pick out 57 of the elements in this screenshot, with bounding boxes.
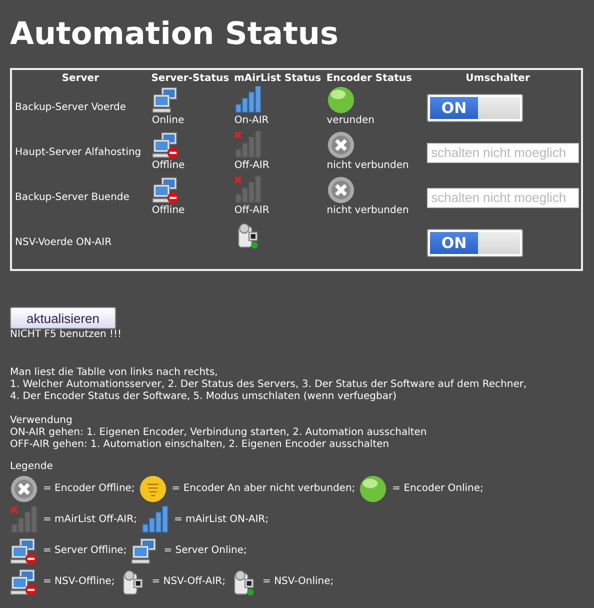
status-label: Off-AIR <box>234 159 270 172</box>
column-header: Encoder Status <box>325 72 413 85</box>
usage-text: OFF-AIR gehen: 1. Automation einschalten, 2. Eigenen Encoder ausschalten <box>10 439 390 451</box>
column-header: mAirList Status <box>233 72 322 85</box>
toggle-switch[interactable]: ON <box>427 228 523 256</box>
help-text: 1. Welcher Automationsserver, 2. Der Status des Servers, 3. Der Status der Software auf dem Rechner, <box>10 379 527 391</box>
cross-circle-icon <box>326 176 355 204</box>
column-header: Server <box>60 72 100 85</box>
column-header: Umschalter <box>464 72 531 85</box>
column-header: Server-Status <box>150 72 230 85</box>
legend-label: = NSV-Online; <box>262 576 334 587</box>
legend-label: = Encoder An aber nicht verbunden; <box>172 483 356 494</box>
server-name: NSV-Voerde ON-AIR <box>15 237 112 248</box>
legend-label: = NSV-Off-AIR; <box>152 576 226 587</box>
legend-label: = Encoder Offline; <box>43 483 135 494</box>
help-text: 4. Der Encoder Status der Software, 5. Modus umschlaten (wenn verfuegbar) <box>10 391 396 403</box>
warning-text: NICHT F5 benutzen !!! <box>10 329 122 341</box>
computers-icon <box>152 86 180 114</box>
status-ball-icon <box>326 86 355 114</box>
usage-text: Verwendung <box>10 415 72 427</box>
status-label: Offline <box>152 204 185 217</box>
help-text: Man liest die Tablle von links nach rechts, <box>10 367 218 379</box>
status-label: Off-AIR <box>234 204 270 217</box>
signal-bars-icon <box>234 86 262 114</box>
server-name: Backup-Server Buende <box>15 192 130 203</box>
status-label: On-AIR <box>234 114 269 127</box>
signal-bars-off-icon <box>10 506 38 534</box>
page-title: Automation Status <box>10 15 338 52</box>
toggle-switch[interactable]: ON <box>427 94 523 122</box>
status-label: Online <box>152 114 184 127</box>
legend-label: = Server Offline; <box>43 545 127 556</box>
server-name: Backup-Server Voerde <box>15 102 126 113</box>
computers-icon <box>130 536 159 564</box>
computers-offline-icon <box>10 568 38 596</box>
lines-ball-icon <box>138 474 167 502</box>
status-label: verunden <box>326 114 374 127</box>
status-label: Offline <box>152 159 185 172</box>
cross-circle-icon <box>10 474 38 502</box>
legend-label: = mAirList ON-AIR; <box>174 514 268 525</box>
computers-offline-icon <box>10 536 38 564</box>
legend-label: = mAirList Off-AIR; <box>43 514 137 525</box>
status-label: nicht verbunden <box>326 204 409 217</box>
status-ball-icon <box>359 474 388 502</box>
computers-offline-icon <box>152 176 180 204</box>
signal-bars-off-icon <box>234 131 262 159</box>
legend-label: = Server Online; <box>164 545 247 556</box>
computers-offline-icon <box>152 131 180 159</box>
legend-label: = Encoder Online; <box>392 483 484 494</box>
refresh-button[interactable]: aktualisieren <box>10 307 116 329</box>
legend-label: = NSV-Offline; <box>43 576 115 587</box>
signal-bars-icon <box>140 506 169 534</box>
legend-title: Legende <box>10 461 53 473</box>
signal-bars-off-icon <box>234 176 262 204</box>
server-name: Haupt-Server Alfahosting <box>15 147 142 158</box>
status-label: nicht verbunden <box>326 159 409 172</box>
cross-circle-icon <box>326 131 355 159</box>
usage-text: ON-AIR gehen: 1. Eigenen Encoder, Verbindung starten, 2. Automation ausschalten <box>10 427 427 439</box>
